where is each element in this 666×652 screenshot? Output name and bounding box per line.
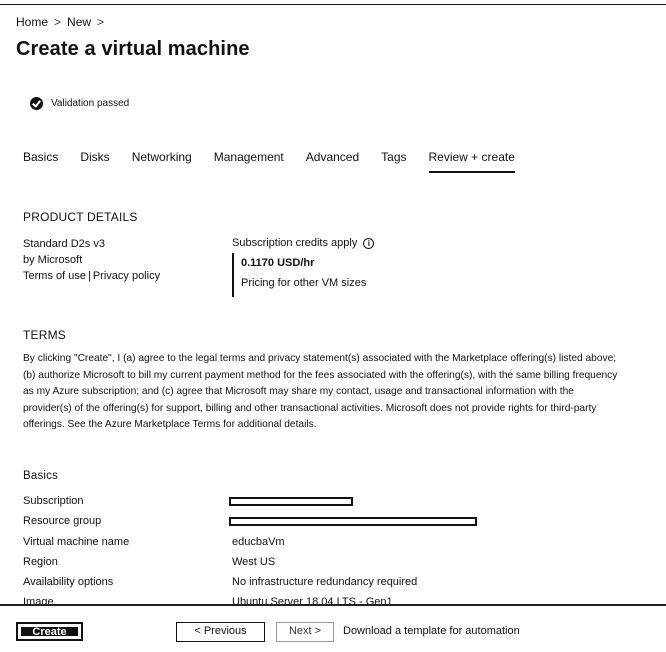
basics-heading: Basics [23,470,59,482]
redacted-value [229,497,353,506]
summary-row-image: Image Ubuntu Server 18.04 LTS - Gen1 [23,596,623,604]
summary-value: No infrastructure redundancy required [232,576,418,588]
tab-basics[interactable]: Basics [23,150,58,173]
subscription-credits-label: Subscription credits apply [232,237,358,249]
summary-value: Ubuntu Server 18.04 LTS - Gen1 [232,596,393,604]
product-publisher: by Microsoft [23,254,83,266]
page-title: Create a virtual machine [16,38,250,60]
product-details-heading: PRODUCT DETAILS [23,210,138,224]
previous-button[interactable]: < Previous [176,622,265,642]
redacted-value [229,517,477,526]
summary-value: educbaVm [232,536,285,548]
tab-networking[interactable]: Networking [132,150,192,173]
top-border [0,4,666,5]
chevron-right-icon: > [97,15,105,29]
tab-review-create[interactable]: Review + create [428,150,515,173]
chevron-right-icon: > [54,15,62,29]
tab-management[interactable]: Management [214,150,284,173]
price-box: 0.1170 USD/hr Pricing for other VM sizes [232,253,366,297]
summary-row-availability: Availability options No infrastructure r… [23,576,623,590]
pricing-other-sizes-link[interactable]: Pricing for other VM sizes [241,273,366,293]
link-divider: | [87,270,91,282]
tab-disks[interactable]: Disks [80,150,109,173]
summary-label: Subscription [23,495,84,507]
summary-label: Availability options [23,576,114,588]
info-icon[interactable]: i [363,237,375,249]
breadcrumb-home[interactable]: Home [16,15,48,29]
terms-of-use-link[interactable]: Terms of use [23,270,86,282]
validation-text: Validation passed [51,98,130,109]
create-button[interactable]: Create [16,622,83,641]
download-template-link[interactable]: Download a template for automation [343,625,520,637]
product-links: Terms of use | Privacy policy [23,268,160,284]
subscription-credits: Subscription credits apply i [232,237,375,249]
tab-tags[interactable]: Tags [381,150,406,173]
create-button-label: Create [20,626,79,638]
validation-banner: Validation passed [30,97,129,110]
price-value: 0.1170 USD/hr [241,257,315,269]
product-name: Standard D2s v3 [23,238,105,250]
footer-divider [0,604,666,606]
summary-label: Virtual machine name [23,536,130,548]
terms-heading: TERMS [23,328,66,342]
breadcrumb-new[interactable]: New [67,15,91,29]
wizard-tabs: Basics Disks Networking Management Advan… [23,150,537,173]
summary-label: Region [23,556,58,568]
tab-advanced[interactable]: Advanced [306,150,359,173]
privacy-policy-link[interactable]: Privacy policy [93,270,160,282]
summary-row-region: Region West US [23,556,623,570]
terms-body: By clicking "Create", I (a) agree to the… [23,353,618,430]
check-circle-icon [30,97,43,110]
next-button[interactable]: Next > [276,622,334,642]
summary-label: Image [23,596,54,604]
summary-row-resource-group: Resource group [23,515,623,529]
summary-value: West US [232,556,276,568]
summary-row-subscription: Subscription [23,495,623,509]
summary-row-vm-name: Virtual machine name educbaVm [23,536,623,550]
breadcrumb: Home > New > [16,15,104,29]
product-info: Standard D2s v3 by Microsoft Terms of us… [23,236,160,284]
summary-label: Resource group [23,515,102,527]
